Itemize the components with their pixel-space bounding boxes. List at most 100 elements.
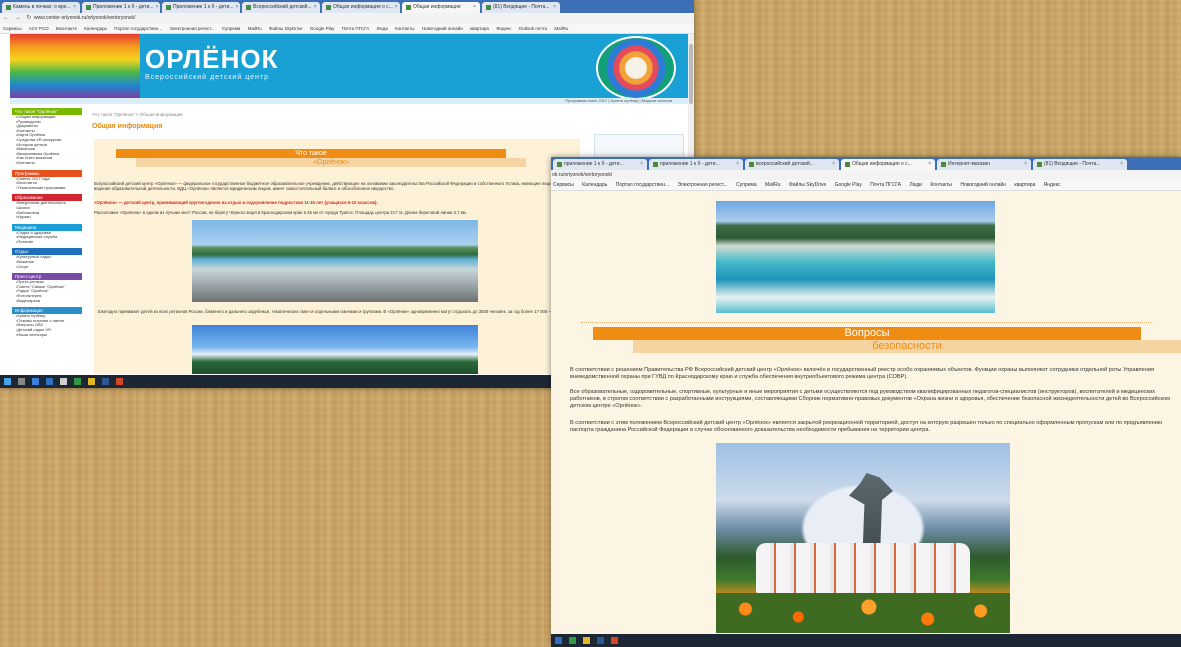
bookmark[interactable]: Электронная регист... — [169, 26, 214, 31]
store-icon[interactable] — [60, 378, 67, 385]
bookmark[interactable]: Новогодний онлайн — [422, 26, 463, 31]
close-icon[interactable]: × — [473, 2, 476, 13]
children-statue-photo — [716, 443, 1010, 633]
page-icon — [653, 162, 658, 167]
bookmark[interactable]: Почта ПГСГА — [870, 182, 901, 188]
paragraph: В соответствии с решением Правительства … — [570, 367, 1155, 380]
close-icon[interactable]: × — [736, 159, 739, 170]
site-logo[interactable]: ОРЛЁНОК — [145, 44, 278, 75]
bookmark[interactable]: Календарь — [582, 182, 607, 188]
page-icon — [486, 5, 491, 10]
browser-tab[interactable]: (81) Входящие - Почта... × — [1033, 159, 1127, 170]
bookmark[interactable]: Сервисы — [3, 26, 22, 31]
page-icon — [166, 5, 171, 10]
bookmark[interactable]: Google Play — [310, 26, 335, 31]
scrollbar-thumb[interactable] — [689, 44, 693, 104]
browser-tab-active[interactable]: Общая информация о с... × — [841, 159, 935, 170]
sidebar: Что такое "Орлёнок"Общая информацияРуков… — [12, 104, 82, 374]
sidebar-item[interactable]: Спорт — [12, 264, 82, 270]
browser-tab[interactable]: Интернет-магазин × — [937, 159, 1031, 170]
browser-tab[interactable]: (81) Входящие - Почта... × — [482, 2, 560, 13]
browser-tab[interactable]: приложение 1 к б - дети... × — [649, 159, 743, 170]
bookmark[interactable]: квартира — [470, 26, 489, 31]
bookmark[interactable]: АСУ РСО — [29, 26, 49, 31]
browser-tab[interactable]: Общая информация о с... × — [322, 2, 400, 13]
close-icon[interactable]: × — [236, 2, 239, 13]
banner-line2: безопасности — [633, 340, 1181, 353]
excel-icon[interactable] — [74, 378, 81, 385]
powerpoint-icon[interactable] — [611, 637, 618, 644]
search-icon[interactable] — [18, 378, 25, 385]
chrome-icon[interactable] — [583, 637, 590, 644]
bookmark[interactable]: Outlook почта — [519, 26, 547, 31]
bookmark[interactable]: Супрема — [736, 182, 757, 188]
close-icon[interactable]: × — [640, 159, 643, 170]
bookmark[interactable]: Супрема — [222, 26, 241, 31]
explorer-icon[interactable] — [46, 378, 53, 385]
bookmark[interactable]: квартира — [1014, 182, 1035, 188]
bookmark[interactable]: Яндекс — [1044, 182, 1061, 188]
page-icon — [845, 162, 850, 167]
bookmark[interactable]: Электронная регист... — [677, 182, 727, 188]
explorer-icon[interactable] — [555, 637, 562, 644]
close-icon[interactable]: × — [156, 2, 159, 13]
bookmark[interactable]: MailRu — [765, 182, 781, 188]
browser-tab[interactable]: приложение 1 к б - дети... × — [553, 159, 647, 170]
paragraph: В соответствии с этим положением Всеросс… — [570, 420, 1163, 433]
browser-tab[interactable]: Камень в почках: о вре... × — [2, 2, 80, 13]
sidebar-item[interactable]: Питание — [12, 239, 82, 245]
beach-photo — [716, 201, 995, 313]
bookmark[interactable]: Люди — [376, 26, 387, 31]
close-icon[interactable]: × — [314, 2, 317, 13]
close-icon[interactable]: × — [73, 2, 76, 13]
task-view-icon[interactable] — [32, 378, 39, 385]
browser-tab[interactable]: Приложение 1 к б - дети... × — [82, 2, 160, 13]
excel-icon[interactable] — [569, 637, 576, 644]
pier-photo — [192, 220, 478, 302]
page-icon — [557, 162, 562, 167]
page-icon — [406, 5, 411, 10]
bookmark[interactable]: Портал государствен... — [616, 182, 669, 188]
bookmark[interactable]: Google Play — [835, 182, 862, 188]
bookmark[interactable]: Люди — [909, 182, 922, 188]
bookmark[interactable]: Файлы SkyDrive — [789, 182, 826, 188]
bookmark[interactable]: Почта ПГСГА — [342, 26, 370, 31]
close-icon[interactable]: × — [1024, 159, 1027, 170]
close-icon[interactable]: × — [832, 159, 835, 170]
browser-tab[interactable]: Всероссийский детский... × — [242, 2, 320, 13]
browser-tab[interactable]: Приложение 1 к б - дети... × — [162, 2, 240, 13]
bookmark[interactable]: Новогодний онлайн — [960, 182, 1006, 188]
bookmark[interactable]: Контакты — [930, 182, 952, 188]
bookmark[interactable]: Календарь — [84, 26, 107, 31]
bookmark[interactable]: Яндекс — [496, 26, 511, 31]
banner-line1: Вопросы — [593, 327, 1141, 340]
browser-tab[interactable]: всероссийский детский... × — [745, 159, 839, 170]
powerpoint-icon[interactable] — [116, 378, 123, 385]
bookmark[interactable]: Сервисы — [553, 182, 574, 188]
sidebar-item[interactable]: Наши спонсоры — [12, 332, 82, 338]
close-icon[interactable]: × — [1120, 159, 1123, 170]
paragraph: Расположен «Орлёнок» в одном из лучших м… — [94, 210, 467, 215]
sidebar-item[interactable]: Контакты — [12, 160, 82, 166]
close-icon[interactable]: × — [553, 2, 556, 13]
bookmark[interactable]: MailRu — [248, 26, 262, 31]
close-icon[interactable]: × — [395, 2, 398, 13]
close-icon[interactable]: × — [928, 159, 931, 170]
browser-tab-active[interactable]: Общая информация × — [402, 2, 480, 13]
flowers — [716, 593, 1010, 633]
bookmark[interactable]: Контакты — [395, 26, 414, 31]
word-icon[interactable] — [102, 378, 109, 385]
windows-start-icon[interactable] — [4, 378, 11, 385]
bookmark[interactable]: Вконтакте — [56, 26, 77, 31]
address-bar[interactable]: ok.ru/orlyonok/vertoryonok/ — [551, 170, 1181, 180]
bookmark[interactable]: MailRu — [554, 26, 568, 31]
nav-buttons[interactable]: ← → ↻ — [3, 13, 33, 24]
sidebar-item[interactable]: Тематические программы — [12, 185, 82, 191]
sidebar-item[interactable]: Кружки — [12, 214, 82, 220]
bookmark[interactable]: Файлы SkyDrive — [269, 26, 303, 31]
chrome-icon[interactable] — [88, 378, 95, 385]
word-icon[interactable] — [597, 637, 604, 644]
bookmark[interactable]: Портал государствен... — [114, 26, 162, 31]
sidebar-item[interactable]: Видеоархив — [12, 298, 82, 304]
breadcrumb[interactable]: Что такое "Орлёнок" > Общая информация — [92, 112, 183, 117]
